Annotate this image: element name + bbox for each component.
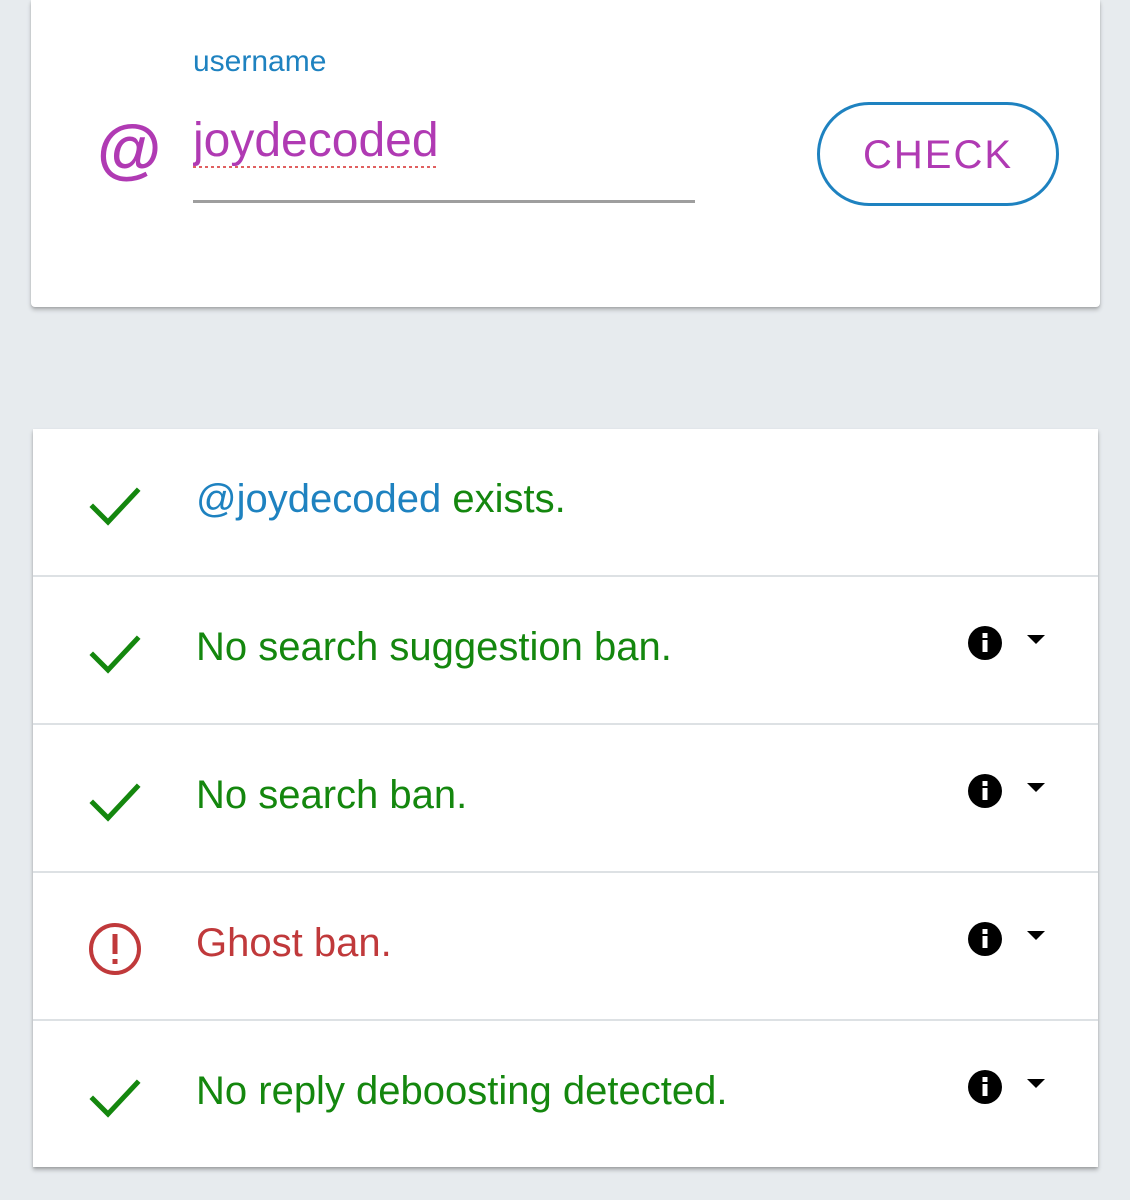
results-card: @joydecoded exists. No search suggestion… bbox=[33, 429, 1098, 1167]
info-icon[interactable] bbox=[967, 625, 1003, 661]
username-label: username bbox=[193, 45, 327, 78]
chevron-down-icon[interactable] bbox=[1027, 783, 1045, 793]
chevron-down-icon[interactable] bbox=[1027, 1079, 1045, 1089]
result-text: Ghost ban. bbox=[196, 921, 392, 965]
result-text: No reply deboosting detected. bbox=[196, 1069, 728, 1113]
username-handle: @joydecoded bbox=[196, 477, 442, 521]
result-row-search-ban[interactable]: No search ban. bbox=[33, 725, 1098, 873]
check-button[interactable]: CHECK bbox=[817, 102, 1059, 206]
result-row-reply-deboosting[interactable]: No reply deboosting detected. bbox=[33, 1021, 1098, 1167]
checkmark-icon bbox=[89, 1079, 141, 1118]
result-text-suffix: exists. bbox=[441, 477, 566, 521]
result-text: @joydecoded exists. bbox=[196, 475, 566, 523]
chevron-down-icon[interactable] bbox=[1027, 931, 1045, 941]
result-text: No search ban. bbox=[196, 773, 468, 817]
checkmark-icon bbox=[89, 783, 141, 822]
result-row-exists: @joydecoded exists. bbox=[33, 429, 1098, 577]
input-underline bbox=[193, 200, 695, 203]
username-input[interactable] bbox=[193, 110, 693, 170]
result-row-ghost-ban[interactable]: Ghost ban. bbox=[33, 873, 1098, 1021]
search-card: username @ CHECK bbox=[31, 0, 1100, 307]
checkmark-icon bbox=[89, 635, 141, 674]
chevron-down-icon[interactable] bbox=[1027, 635, 1045, 645]
result-row-search-suggestion-ban[interactable]: No search suggestion ban. bbox=[33, 577, 1098, 725]
info-icon[interactable] bbox=[967, 921, 1003, 957]
error-circle-icon bbox=[89, 923, 141, 975]
at-sign-icon: @ bbox=[97, 111, 162, 185]
info-icon[interactable] bbox=[967, 1069, 1003, 1105]
result-text: No search suggestion ban. bbox=[196, 625, 672, 669]
checkmark-icon bbox=[89, 487, 141, 526]
info-icon[interactable] bbox=[967, 773, 1003, 809]
